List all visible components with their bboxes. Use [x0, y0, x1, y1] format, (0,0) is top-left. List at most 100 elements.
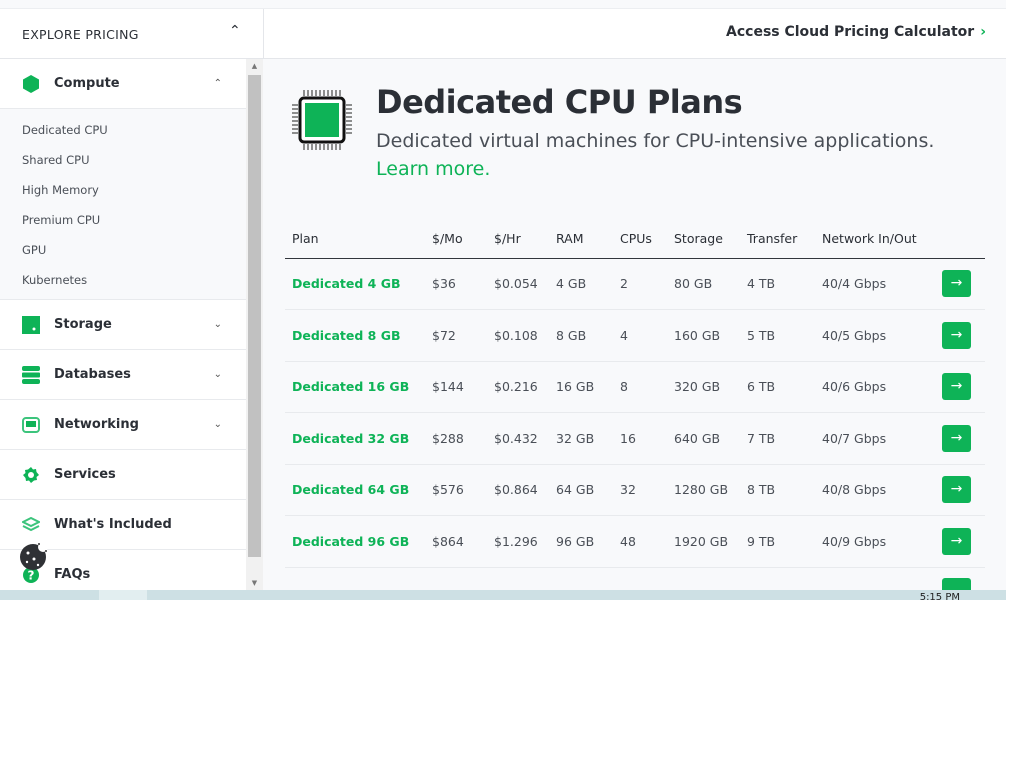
description-text: Dedicated virtual machines for CPU-inten… — [376, 130, 935, 152]
table-cell: 40/4 Gbps — [815, 258, 935, 310]
category-label: FAQs — [54, 567, 91, 582]
plan-name-link[interactable]: Dedicated 16 GB — [285, 361, 425, 413]
scroll-down-icon[interactable]: ▼ — [246, 579, 263, 587]
chevron-right-icon: › — [980, 24, 986, 40]
table-cell: 4 TB — [740, 258, 815, 310]
pricing-calculator-link[interactable]: Access Cloud Pricing Calculator › — [726, 24, 986, 40]
table-cell: $0.432 — [487, 412, 549, 465]
table-cell: 7 TB — [740, 412, 815, 465]
table-cell: 80 GB — [667, 258, 740, 310]
table-cell: 320 GB — [667, 361, 740, 413]
table-cell: 64 GB — [549, 464, 613, 516]
sidebar-item[interactable]: Shared CPU — [0, 145, 246, 175]
select-plan-button[interactable]: → — [942, 476, 971, 504]
table-cell: $0.864 — [487, 464, 549, 516]
select-plan-button[interactable]: → — [942, 424, 971, 452]
select-plan-button[interactable]: → — [942, 373, 971, 401]
table-cell: 40/5 Gbps — [815, 309, 935, 362]
learn-more-link[interactable]: Learn more. — [376, 158, 490, 180]
table-cell: 40/6 Gbps — [815, 361, 935, 413]
plan-name-link[interactable]: Dedicated 8 GB — [285, 309, 425, 362]
column-header: CPUs — [613, 219, 667, 259]
table-row: Dedicated 8 GB $72 $0.108 8 GB 4 160 GB 5 TB 40… — [285, 309, 985, 362]
table-cell: $864 — [425, 515, 487, 568]
column-header: RAM — [549, 219, 613, 259]
column-header: Plan — [285, 219, 425, 259]
scrollbar-thumb[interactable] — [248, 75, 261, 557]
category-label: What's Included — [54, 517, 172, 532]
database-icon — [22, 365, 40, 384]
sidebar-category-networking[interactable]: Networking ⌄ — [0, 400, 246, 450]
table-cell: 1920 GB — [667, 515, 740, 568]
table-row: Dedicated 96 GB $864 $1.296 96 GB 48 1920 GB 9… — [285, 515, 985, 568]
cpu-chip-icon — [292, 90, 352, 150]
sidebar-item[interactable]: High Memory — [0, 175, 246, 205]
column-header: Transfer — [740, 219, 815, 259]
table-cell: 640 GB — [667, 412, 740, 465]
sidebar: Compute ⌃ Dedicated CPU Shared CPU High Memo… — [0, 59, 246, 590]
select-plan-button[interactable]: → — [942, 270, 971, 298]
column-header: $/Hr — [487, 219, 549, 259]
table-cell: $0.054 — [487, 258, 549, 310]
category-label: Databases — [54, 367, 131, 382]
plan-name-link[interactable]: Dedicated 32 GB — [285, 412, 425, 465]
os-taskbar: 5:15 PM — [0, 590, 1006, 600]
table-cell: 160 GB — [667, 309, 740, 362]
explore-pricing-toggle[interactable]: EXPLORE PRICING ⌃ — [0, 9, 264, 59]
chevron-down-icon: ⌄ — [213, 369, 222, 380]
top-bar: EXPLORE PRICING ⌃ Access Cloud Pricing Ca… — [0, 8, 1006, 59]
explore-label: EXPLORE PRICING — [22, 26, 139, 42]
sidebar-item[interactable]: Dedicated CPU — [0, 115, 246, 145]
sidebar-item[interactable]: Premium CPU — [0, 205, 246, 235]
page-title: Dedicated CPU Plans — [376, 83, 743, 121]
chevron-down-icon: ⌄ — [213, 319, 222, 330]
taskbar-clock: 5:15 PM — [919, 592, 960, 600]
select-plan-button[interactable]: → — [942, 527, 971, 555]
table-cell: 5 TB — [740, 309, 815, 362]
cookie-consent-icon[interactable] — [19, 541, 49, 571]
sidebar-category-compute[interactable]: Compute ⌃ — [0, 59, 246, 109]
taskbar-app-button[interactable] — [99, 590, 147, 600]
table-cell: 32 GB — [549, 412, 613, 465]
table-row-partial — [285, 567, 985, 590]
page-description: Dedicated virtual machines for CPU-inten… — [376, 127, 976, 183]
column-header: Storage — [667, 219, 740, 259]
scroll-up-icon[interactable]: ▲ — [246, 62, 263, 70]
table-cell: 4 GB — [549, 258, 613, 310]
table-cell: $1.296 — [487, 515, 549, 568]
sidebar-category-databases[interactable]: Databases ⌄ — [0, 350, 246, 400]
table-cell: $144 — [425, 361, 487, 413]
table-cell: 2 — [613, 258, 667, 310]
table-row: Dedicated 64 GB $576 $0.864 64 GB 32 1280 GB 8… — [285, 464, 985, 516]
sidebar-category-services[interactable]: Services — [0, 450, 246, 500]
table-cell: $72 — [425, 309, 487, 362]
sidebar-category-storage[interactable]: Storage ⌄ — [0, 300, 246, 350]
table-cell: $288 — [425, 412, 487, 465]
table-cell: $0.216 — [487, 361, 549, 413]
gear-icon — [22, 466, 40, 484]
plan-name-link[interactable]: Dedicated 64 GB — [285, 464, 425, 516]
sidebar-item[interactable]: GPU — [0, 235, 246, 265]
table-cell: $0.108 — [487, 309, 549, 362]
select-plan-button[interactable]: → — [942, 321, 971, 349]
sidebar-item[interactable]: Kubernetes — [0, 265, 246, 295]
table-cell: 32 — [613, 464, 667, 516]
table-row: Dedicated 16 GB $144 $0.216 16 GB 8 320 GB 6 T… — [285, 361, 985, 413]
browser-viewport: EXPLORE PRICING ⌃ Access Cloud Pricing Ca… — [0, 0, 1006, 590]
box-icon — [22, 516, 40, 534]
plan-name-link[interactable]: Dedicated 96 GB — [285, 515, 425, 568]
table-cell: 8 TB — [740, 464, 815, 516]
category-label: Compute — [54, 76, 120, 91]
plan-name-link[interactable]: Dedicated 4 GB — [285, 258, 425, 310]
table-cell: 16 — [613, 412, 667, 465]
hexagon-icon — [22, 74, 40, 93]
chevron-down-icon: ⌄ — [213, 419, 222, 430]
sidebar-scrollbar[interactable]: ▲ ▼ — [246, 59, 263, 590]
select-plan-button[interactable] — [942, 577, 971, 590]
table-cell: 1280 GB — [667, 464, 740, 516]
table-cell: 16 GB — [549, 361, 613, 413]
table-cell: 9 TB — [740, 515, 815, 568]
plans-table: Plan $/Mo $/Hr RAM CPUs Storage Transfer Networ… — [285, 219, 985, 590]
chevron-up-icon: ⌃ — [213, 78, 222, 89]
table-cell: 4 — [613, 309, 667, 362]
